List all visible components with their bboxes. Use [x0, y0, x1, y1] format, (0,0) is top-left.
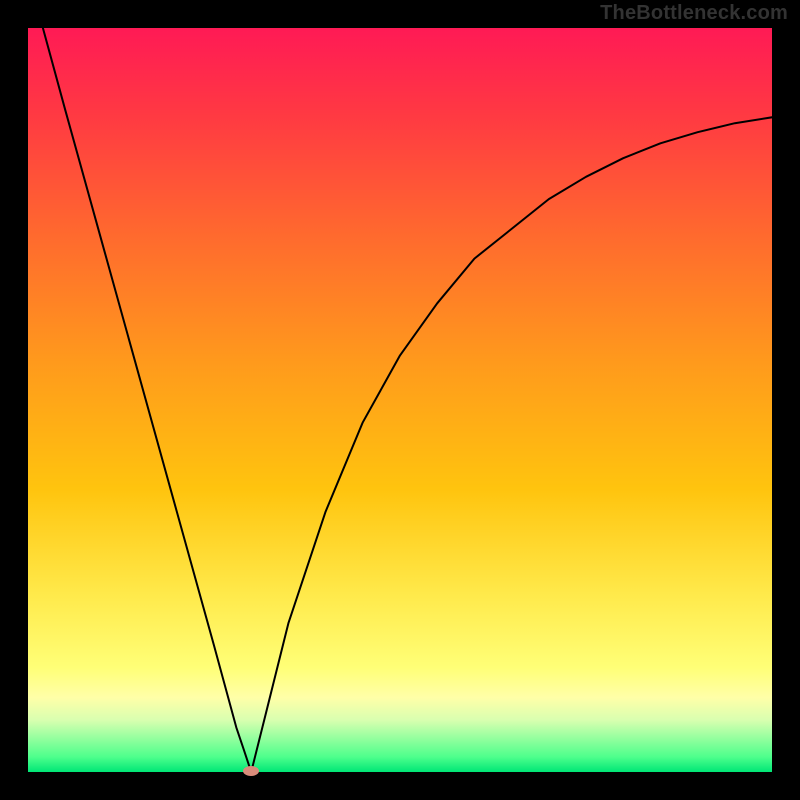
curve-path — [43, 28, 772, 772]
bottleneck-curve — [28, 28, 772, 772]
watermark-text: TheBottleneck.com — [600, 2, 788, 25]
plot-area — [28, 28, 772, 772]
minimum-marker — [243, 766, 259, 776]
chart-frame: TheBottleneck.com — [0, 0, 800, 800]
